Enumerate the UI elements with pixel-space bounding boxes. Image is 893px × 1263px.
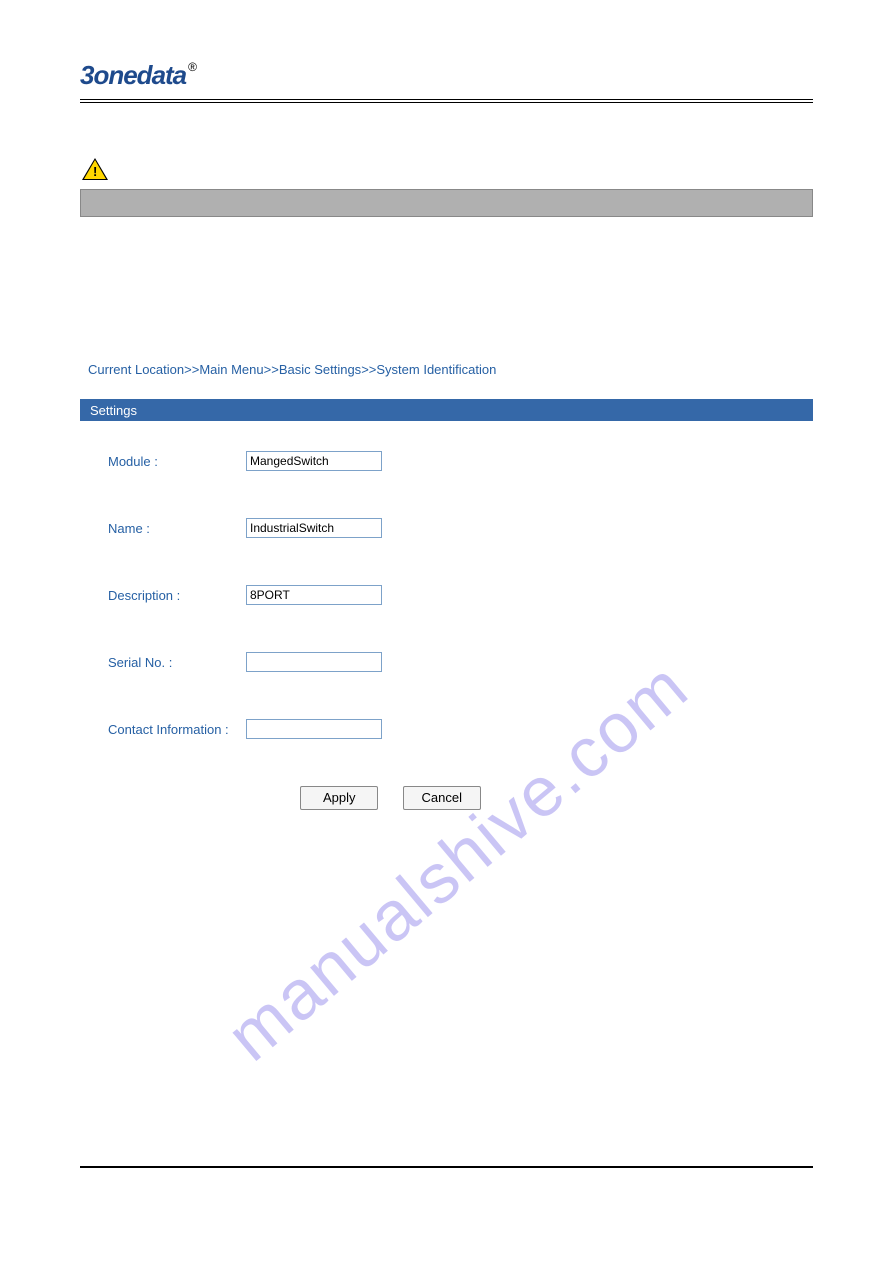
breadcrumb-sep: >> — [361, 362, 376, 377]
module-label: Module : — [108, 454, 246, 469]
registered-mark: ® — [188, 60, 196, 74]
form-row-description: Description : — [108, 585, 813, 605]
module-input[interactable] — [246, 451, 382, 471]
page-header: 3onedata® — [80, 60, 813, 103]
form-row-name: Name : — [108, 518, 813, 538]
content-area: Current Location>>Main Menu>>Basic Setti… — [80, 362, 813, 810]
form-row-contact: Contact Information : — [108, 719, 813, 739]
form-row-module: Module : — [108, 451, 813, 471]
contact-label: Contact Information : — [108, 722, 246, 737]
breadcrumb-item[interactable]: Basic Settings — [279, 362, 361, 377]
footer-divider — [80, 1166, 813, 1168]
name-label: Name : — [108, 521, 246, 536]
description-label: Description : — [108, 588, 246, 603]
warning-icon: ! — [82, 158, 108, 180]
breadcrumb-sep: >> — [184, 362, 199, 377]
logo-text: 3onedata — [80, 60, 186, 90]
section-title: Settings — [90, 403, 137, 418]
warning-box — [80, 189, 813, 217]
apply-button[interactable]: Apply — [300, 786, 378, 810]
settings-form: manualshive.com Module : Name : Descript… — [80, 451, 813, 810]
breadcrumb: Current Location>>Main Menu>>Basic Setti… — [88, 362, 813, 377]
breadcrumb-sep: >> — [264, 362, 279, 377]
warning-section: ! — [80, 158, 813, 217]
serial-label: Serial No. : — [108, 655, 246, 670]
serial-input[interactable] — [246, 652, 382, 672]
name-input[interactable] — [246, 518, 382, 538]
header-divider — [80, 99, 813, 103]
button-row: Apply Cancel — [108, 786, 813, 810]
description-input[interactable] — [246, 585, 382, 605]
breadcrumb-item[interactable]: Main Menu — [199, 362, 263, 377]
breadcrumb-item[interactable]: System Identification — [376, 362, 496, 377]
contact-input[interactable] — [246, 719, 382, 739]
form-row-serial: Serial No. : — [108, 652, 813, 672]
cancel-button[interactable]: Cancel — [403, 786, 481, 810]
brand-logo: 3onedata® — [80, 60, 196, 91]
breadcrumb-current: Current Location — [88, 362, 184, 377]
watermark-text: manualshive.com — [212, 646, 704, 1077]
section-header: Settings — [80, 399, 813, 421]
